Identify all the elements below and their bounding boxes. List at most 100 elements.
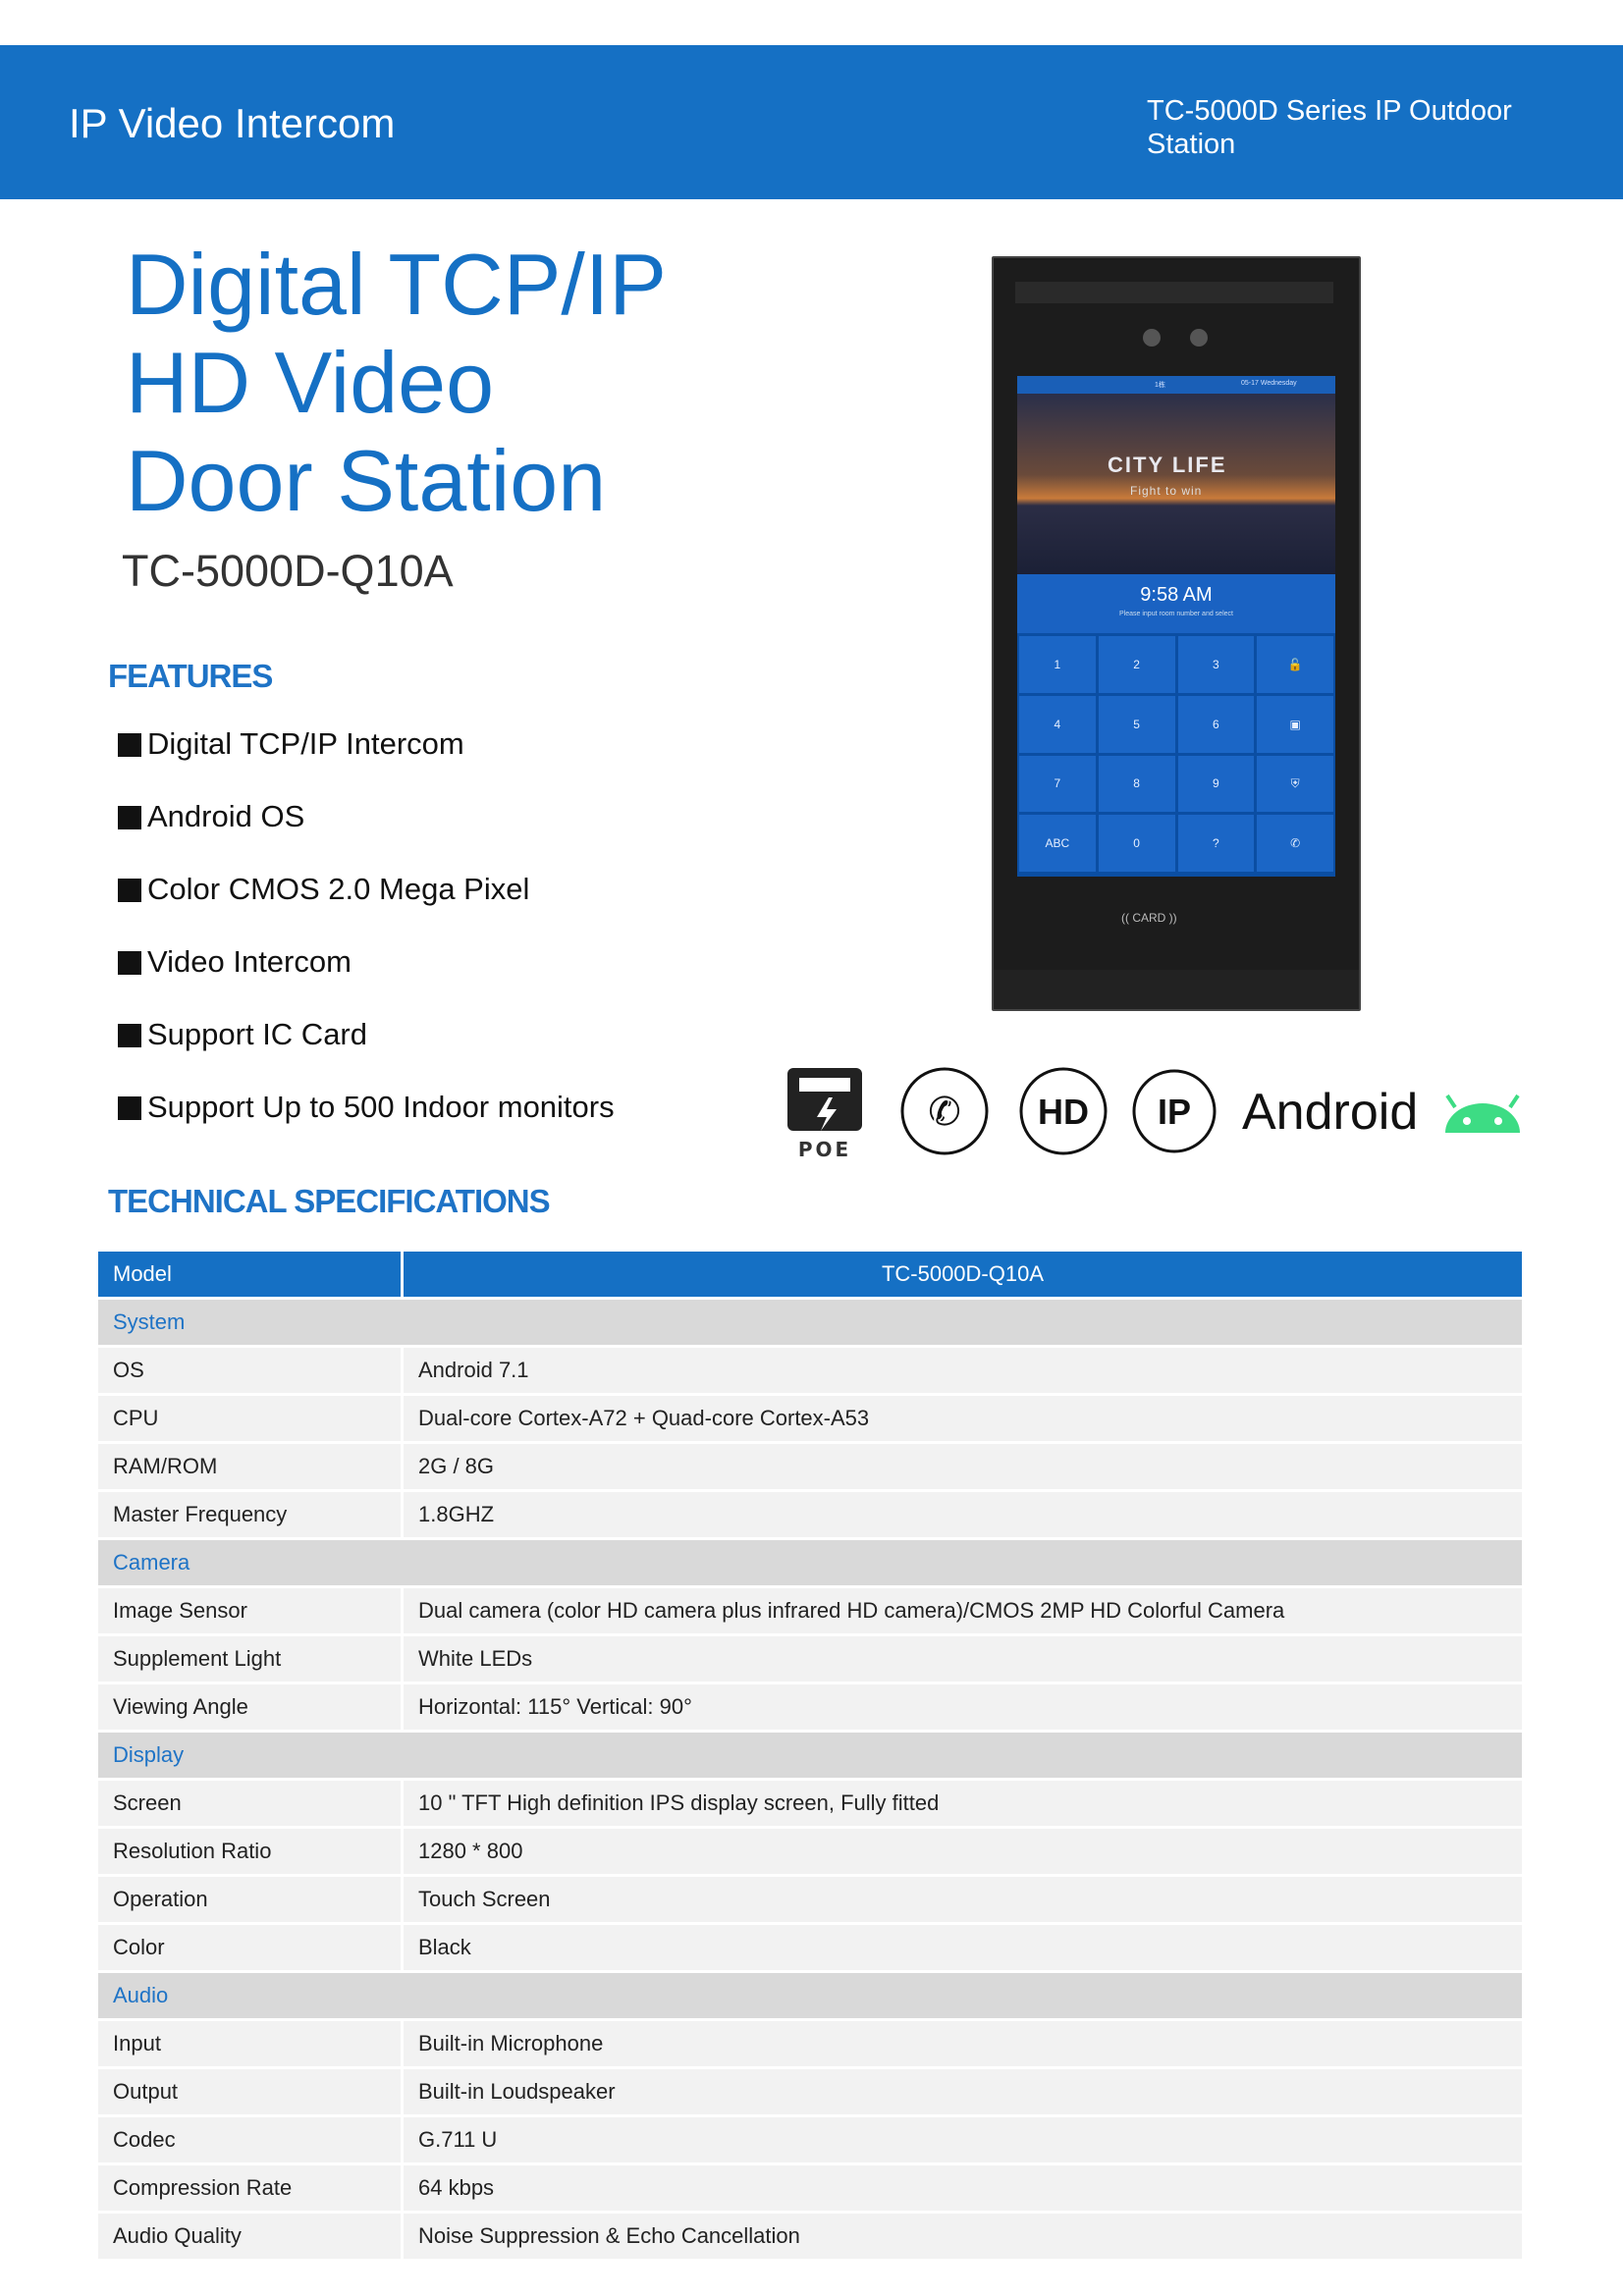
spec-header-row: Model TC-5000D-Q10A (98, 1252, 1522, 1300)
spec-value: 2G / 8G (402, 1442, 1522, 1492)
table-row: OS Android 7.1 (98, 1346, 1522, 1396)
keypad-key[interactable]: 9 (1177, 755, 1255, 813)
square-bullet-icon (118, 879, 141, 902)
keypad-key[interactable]: 5 (1098, 695, 1175, 753)
spec-value: Built-in Loudspeaker (402, 2067, 1522, 2117)
spec-value: Horizontal: 115° Vertical: 90° (402, 1682, 1522, 1733)
spec-group-title: Audio (98, 1971, 1522, 2021)
screen-time-bar: 9:58 AM Please input room number and sel… (1017, 574, 1335, 633)
spec-label: OS (98, 1346, 404, 1396)
feature-item: Support IC Card (118, 1017, 615, 1090)
keypad-key[interactable]: 0 (1098, 815, 1175, 872)
spec-group-row: Audio (98, 1971, 1522, 2021)
keypad-key[interactable]: ABC (1019, 815, 1096, 872)
keypad-key[interactable]: 6 (1177, 695, 1255, 753)
hd-icon: HD (1019, 1067, 1108, 1155)
badges-svg: POE ✆ HD IP Android (787, 1067, 1520, 1161)
door-station-device: 1栋 05-17 Wednesday CITY LIFE Fight to wi… (992, 256, 1361, 1011)
table-row: Codec G.711 U (98, 2115, 1522, 2165)
table-row: RAM/ROM 2G / 8G (98, 1442, 1522, 1492)
table-row: Resolution Ratio 1280 * 800 (98, 1827, 1522, 1877)
table-row: Color Black (98, 1923, 1522, 1973)
device-bottom-bar (994, 970, 1359, 1009)
unlock-icon[interactable]: 🔓 (1257, 636, 1333, 693)
table-row: Screen 10 " TFT High definition IPS displ… (98, 1779, 1522, 1829)
spec-value: 1.8GHZ (402, 1490, 1522, 1540)
svg-text:✆: ✆ (928, 1090, 961, 1135)
square-bullet-icon (118, 806, 141, 829)
spec-label: Master Frequency (98, 1490, 404, 1540)
spec-label: Codec (98, 2115, 404, 2165)
table-row: Output Built-in Loudspeaker (98, 2067, 1522, 2117)
table-row: Audio Quality Noise Suppression & Echo Ca… (98, 2212, 1522, 2262)
screen-status-bar: 1栋 05-17 Wednesday (1017, 376, 1335, 394)
spec-value: G.711 U (402, 2115, 1522, 2165)
spec-label: Screen (98, 1779, 404, 1829)
feature-item: Support Up to 500 Indoor monitors (118, 1090, 615, 1162)
spec-value: White LEDs (402, 1634, 1522, 1684)
specs-heading: TECHNICAL SPECIFICATIONS (108, 1183, 551, 1219)
hd-label: HD (1038, 1092, 1089, 1132)
phone-call-icon: ✆ (900, 1067, 989, 1155)
keypad-key[interactable]: 4 (1019, 695, 1096, 753)
android-robot-icon (1445, 1094, 1520, 1133)
spec-label: Image Sensor (98, 1586, 404, 1636)
spec-value: 64 kbps (402, 2163, 1522, 2214)
spec-value: Noise Suppression & Echo Cancellation (402, 2212, 1522, 2262)
feature-item: Color CMOS 2.0 Mega Pixel (118, 872, 615, 944)
ip-label: IP (1158, 1092, 1191, 1132)
spec-label: Audio Quality (98, 2212, 404, 2262)
table-row: Master Frequency 1.8GHZ (98, 1490, 1522, 1540)
spec-label: Compression Rate (98, 2163, 404, 2214)
table-row: Image Sensor Dual camera (color HD camera… (98, 1586, 1522, 1636)
spec-label: Operation (98, 1875, 404, 1925)
phone-icon[interactable]: ✆ (1257, 815, 1333, 872)
table-row: Input Built-in Microphone (98, 2019, 1522, 2069)
spec-value: Built-in Microphone (402, 2019, 1522, 2069)
header-right-title: TC-5000D Series IP Outdoor Station (1147, 95, 1512, 160)
android-label: Android (1242, 1084, 1418, 1141)
help-icon[interactable]: ? (1177, 815, 1255, 872)
keypad-key[interactable]: 3 (1177, 636, 1255, 693)
table-row: Compression Rate 64 kbps (98, 2163, 1522, 2214)
camera-lens-icon (1190, 329, 1208, 347)
square-bullet-icon (118, 951, 141, 975)
keypad-key[interactable]: 1 (1019, 636, 1096, 693)
feature-item: Video Intercom (118, 944, 615, 1017)
face-scan-icon[interactable]: ▣ (1257, 695, 1333, 753)
header-banner: IP Video Intercom TC-5000D Series IP Out… (0, 45, 1623, 199)
ip-icon: IP (1132, 1069, 1217, 1153)
keypad-key[interactable]: 2 (1098, 636, 1175, 693)
spec-table: Model TC-5000D-Q10A System OS Android 7.1 C… (98, 1252, 1522, 2262)
spec-label: CPU (98, 1394, 404, 1444)
card-reader: (( CARD )) (1121, 911, 1177, 925)
spec-label: Color (98, 1923, 404, 1973)
screen-keypad: 1 2 3 🔓 4 5 6 ▣ 7 8 9 ⛨ ABC 0 ? ✆ (1019, 636, 1333, 872)
table-row: Operation Touch Screen (98, 1875, 1522, 1925)
keypad-key[interactable]: 8 (1098, 755, 1175, 813)
spec-value: Black (402, 1923, 1522, 1973)
shield-icon[interactable]: ⛨ (1257, 755, 1333, 813)
spec-group-row: Display (98, 1731, 1522, 1781)
keypad-key[interactable]: 7 (1019, 755, 1096, 813)
screen-city-image: CITY LIFE Fight to win (1017, 394, 1335, 574)
poe-icon: POE (787, 1068, 862, 1161)
square-bullet-icon (118, 733, 141, 757)
spec-label: RAM/ROM (98, 1442, 404, 1492)
spec-value: Dual camera (color HD camera plus infrar… (402, 1586, 1522, 1636)
spec-group-row: Camera (98, 1538, 1522, 1588)
feature-item: Android OS (118, 799, 615, 872)
spec-group-title: Display (98, 1731, 1522, 1781)
feature-badges: POE ✆ HD IP Android (785, 1060, 1532, 1168)
spec-value: Android 7.1 (402, 1346, 1522, 1396)
title-line: Door Station (126, 432, 607, 529)
poe-label: POE (798, 1138, 851, 1161)
spec-value: 10 " TFT High definition IPS display scr… (402, 1779, 1522, 1829)
square-bullet-icon (118, 1024, 141, 1047)
spec-value: Dual-core Cortex-A72 + Quad-core Cortex-… (402, 1394, 1522, 1444)
table-row: CPU Dual-core Cortex-A72 + Quad-core Cort… (98, 1394, 1522, 1444)
feature-list: Digital TCP/IP Intercom Android OS Color… (118, 726, 615, 1162)
spec-header-label: Model (98, 1252, 404, 1300)
spec-header-value: TC-5000D-Q10A (402, 1252, 1522, 1300)
table-row: Viewing Angle Horizontal: 115° Vertical: … (98, 1682, 1522, 1733)
